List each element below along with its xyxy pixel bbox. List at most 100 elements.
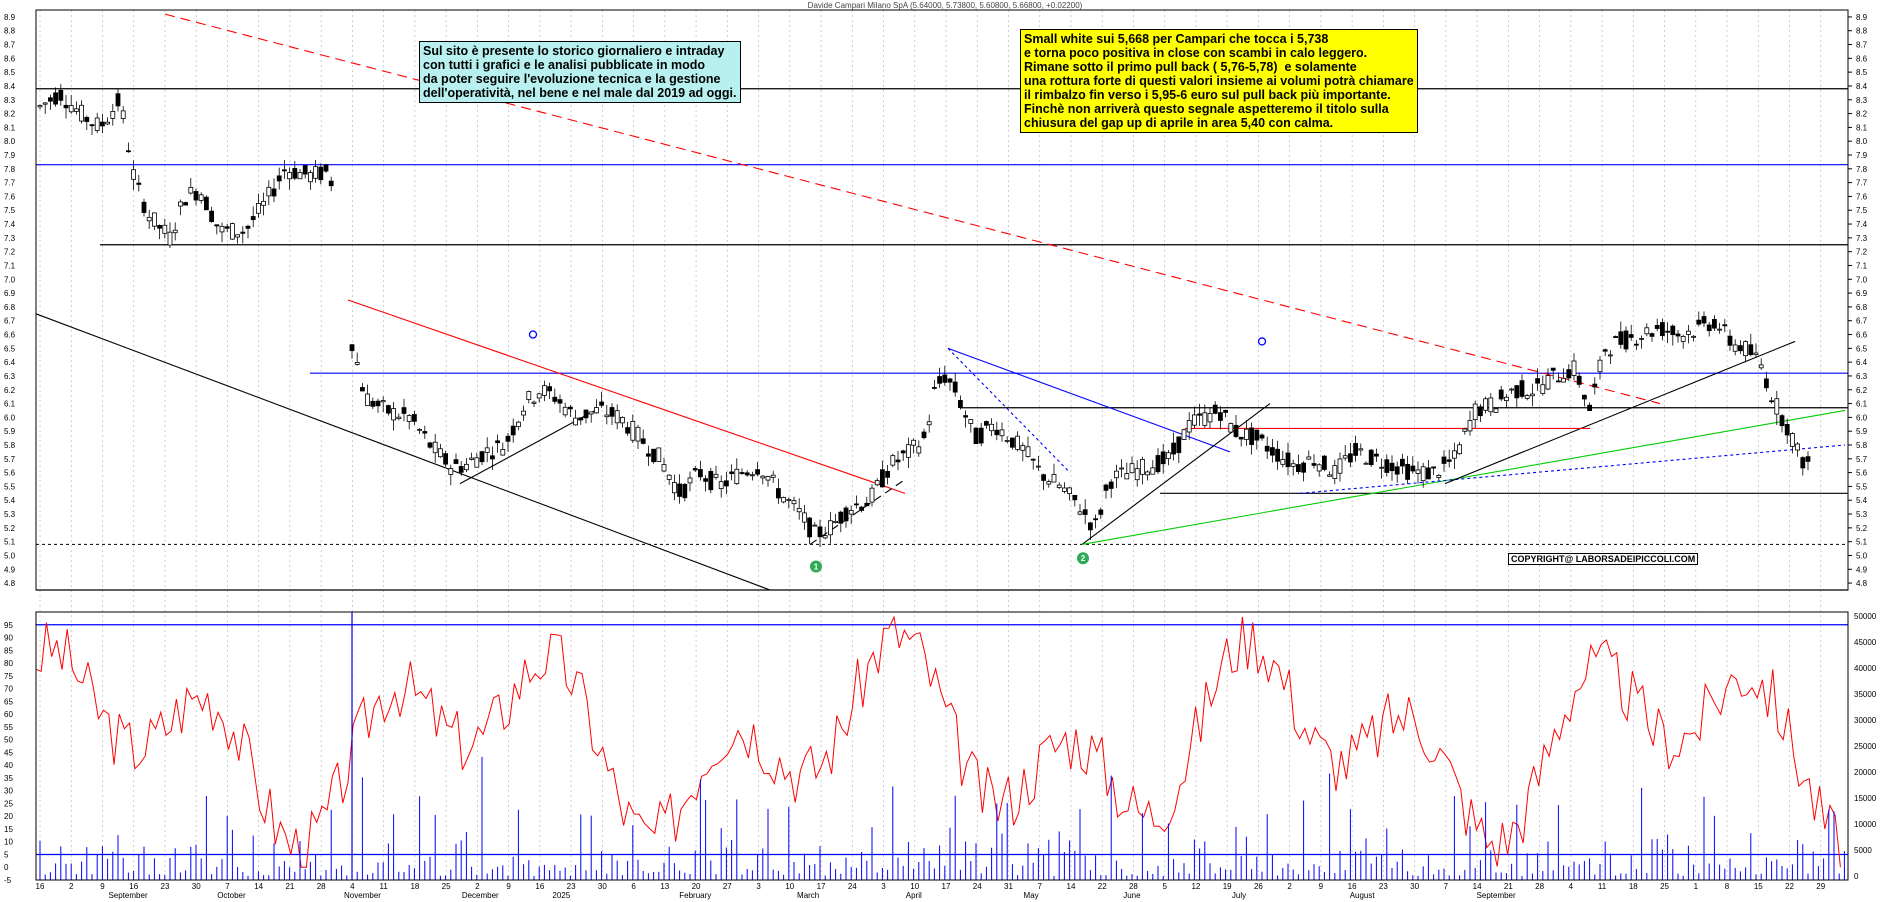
osc-tick-label-right: 20000 xyxy=(1854,768,1877,777)
y-tick-label-left: 7.4 xyxy=(4,220,16,229)
candle-body xyxy=(781,496,786,503)
candle-body xyxy=(261,200,267,206)
osc-tick-label-right: 40000 xyxy=(1854,664,1877,673)
candle-body xyxy=(1010,437,1015,448)
candle-body xyxy=(947,378,953,383)
y-tick-label-left: 6.7 xyxy=(4,317,16,326)
y-tick-label-right: 6.7 xyxy=(1856,317,1868,326)
candle-body xyxy=(48,97,53,102)
candle-body xyxy=(1706,324,1712,332)
candle-body xyxy=(542,385,547,396)
candle-body xyxy=(1337,458,1343,474)
candle-body xyxy=(1207,413,1213,423)
analysis-note: Small white sui 5,668 per Campari che to… xyxy=(1020,29,1418,133)
x-month-label: November xyxy=(344,891,381,900)
candle-body xyxy=(318,166,324,181)
marker-label: 1 xyxy=(814,563,819,572)
y-tick-label-right: 7.9 xyxy=(1856,151,1868,160)
y-tick-label-left: 6.5 xyxy=(4,344,16,353)
y-tick-label-left: 6.4 xyxy=(4,358,16,367)
y-tick-label-right: 6.6 xyxy=(1856,331,1868,340)
x-day-label: 12 xyxy=(1191,882,1200,891)
candle-body xyxy=(568,406,573,410)
candle-body xyxy=(1020,445,1026,451)
candle-body xyxy=(1665,330,1670,333)
copyright-label: COPYRIGHT@ LABORSADEIPICCOLI.COM xyxy=(1508,553,1699,565)
candle-body xyxy=(1712,319,1717,329)
candle-body xyxy=(432,441,438,454)
candle-body xyxy=(1202,412,1208,426)
x-day-label: 25 xyxy=(442,882,451,891)
x-day-label: 7 xyxy=(1444,882,1449,891)
candle-body xyxy=(521,410,526,416)
candle-body xyxy=(1483,398,1488,411)
candle-body xyxy=(661,464,667,472)
candle-body xyxy=(1462,428,1468,432)
osc-tick-label-right: 5000 xyxy=(1854,846,1872,855)
candle-body xyxy=(1618,331,1624,345)
candle-body xyxy=(1270,447,1275,456)
candle-body xyxy=(880,469,885,488)
candle-body xyxy=(1774,398,1780,415)
candle-body xyxy=(739,472,745,474)
candle-body xyxy=(1587,404,1592,411)
candle-body xyxy=(1498,389,1504,400)
candle-body xyxy=(276,175,282,182)
candle-body xyxy=(807,517,812,538)
candle-body xyxy=(942,374,948,383)
candle-body xyxy=(1722,324,1728,327)
y-tick-label-right: 7.5 xyxy=(1856,206,1868,215)
candle-body xyxy=(193,191,199,201)
candle-body xyxy=(1275,448,1280,462)
candle-body xyxy=(411,414,417,422)
candle-body xyxy=(1103,484,1109,491)
candle-body xyxy=(802,512,807,523)
candle-body xyxy=(984,421,989,426)
candle-body xyxy=(682,484,688,499)
candle-body xyxy=(1535,378,1540,384)
y-tick-label-right: 6.3 xyxy=(1856,372,1868,381)
candle-body xyxy=(245,225,251,229)
marker-label: 2 xyxy=(1081,554,1086,563)
candle-body xyxy=(1046,481,1052,485)
candle-body xyxy=(677,483,682,497)
trend-line xyxy=(347,299,906,494)
candle-body xyxy=(604,414,610,418)
candle-body xyxy=(126,150,131,153)
candle-body xyxy=(635,426,641,442)
candle-body xyxy=(1701,316,1707,324)
candle-body xyxy=(1426,467,1431,480)
x-day-label: 13 xyxy=(660,882,669,891)
candle-body xyxy=(53,92,58,105)
osc-tick-label-right: 50000 xyxy=(1854,612,1877,621)
y-tick-label-left: 7.0 xyxy=(4,275,16,284)
candle-body xyxy=(1051,474,1057,483)
candle-body xyxy=(656,447,662,462)
candle-body xyxy=(1322,455,1327,470)
candle-body xyxy=(1410,465,1416,472)
candle-body xyxy=(1597,359,1603,373)
candle-body xyxy=(1004,440,1010,442)
candle-body xyxy=(859,506,864,511)
candle-body xyxy=(1784,423,1790,436)
y-tick-label-right: 5.3 xyxy=(1856,510,1868,519)
candle-body xyxy=(427,442,433,448)
candle-body xyxy=(786,499,792,501)
x-day-label: 28 xyxy=(317,882,326,891)
candle-body xyxy=(1306,456,1312,460)
candle-body xyxy=(594,407,599,414)
candle-body xyxy=(1072,494,1078,501)
x-day-label: 30 xyxy=(192,882,201,891)
candle-body xyxy=(750,474,755,477)
candle-body xyxy=(916,446,922,454)
candle-body xyxy=(812,524,818,527)
x-day-label: 19 xyxy=(1223,882,1232,891)
y-tick-label-right: 5.5 xyxy=(1856,482,1868,491)
candle-body xyxy=(906,444,911,458)
x-day-label: 7 xyxy=(225,882,230,891)
x-day-label: 2 xyxy=(69,882,74,891)
candle-body xyxy=(1446,459,1452,462)
candle-body xyxy=(1176,436,1182,454)
y-tick-label-right: 7.3 xyxy=(1856,234,1868,243)
candle-body xyxy=(755,469,760,475)
